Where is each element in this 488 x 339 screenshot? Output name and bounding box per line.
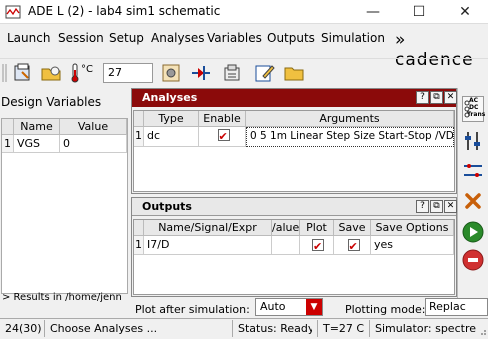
analysis-arguments-cell[interactable]: 0 5 1m Linear Step Size Start-Stop /VDS xyxy=(246,127,454,147)
stop-simulation-icon[interactable] xyxy=(462,249,484,271)
menu-analyses[interactable]: Analyses xyxy=(151,31,205,45)
delete-icon[interactable] xyxy=(464,192,482,210)
resize-grip-icon[interactable] xyxy=(478,327,487,336)
menu-variables[interactable]: Variables xyxy=(207,31,262,45)
tune-parameters-icon[interactable] xyxy=(462,130,484,152)
design-variables-table[interactable]: Name Value 1 VGS 0 xyxy=(1,118,128,294)
design-variables-title: Design Variables xyxy=(1,95,102,109)
output-name-cell[interactable]: I7/D xyxy=(144,236,272,255)
output-value-cell[interactable] xyxy=(272,236,300,255)
outputs-help-button[interactable]: ? xyxy=(416,200,429,213)
column-header-arguments[interactable]: Arguments xyxy=(246,111,454,127)
outputs-table[interactable]: Name/Signal/Expr /alue Plot Save Save Op… xyxy=(133,219,455,295)
load-state-icon[interactable] xyxy=(12,62,34,84)
plotting-mode-select[interactable]: Replac xyxy=(425,298,488,316)
analyses-table[interactable]: Type Enable Arguments 1 dc 0 5 1m Linear… xyxy=(133,110,455,192)
temp-unit-label: °C xyxy=(81,64,93,75)
row-index-header xyxy=(134,220,144,236)
column-header-name[interactable]: Name xyxy=(14,119,60,135)
column-header-plot[interactable]: Plot xyxy=(300,220,334,236)
column-header-enable[interactable]: Enable xyxy=(199,111,246,127)
outputs-panel: Outputs ? ⧉ ✕ Name/Signal/Expr /alue Plo… xyxy=(131,197,457,297)
analyses-help-button[interactable]: ? xyxy=(416,91,429,104)
open-folder-icon[interactable] xyxy=(40,62,62,84)
status-state: Status: Ready xyxy=(232,320,312,337)
status-temperature: T=27 C xyxy=(317,320,367,337)
column-header-value[interactable]: Value xyxy=(60,119,127,135)
chevron-down-icon[interactable]: ▼ xyxy=(306,299,322,315)
minimize-button[interactable]: — xyxy=(350,0,396,24)
window-title: ADE L (2) - lab4 sim1 schematic xyxy=(28,4,221,18)
temperature-input[interactable]: 27 xyxy=(103,63,153,83)
menu-simulation[interactable]: Simulation xyxy=(321,31,385,45)
app-icon xyxy=(5,5,21,19)
plot-after-simulation-label: Plot after simulation: xyxy=(135,303,250,316)
column-header-name-signal-expr[interactable]: Name/Signal/Expr xyxy=(144,220,272,236)
select-on-schematic-icon[interactable] xyxy=(190,62,212,84)
setup-environment-icon[interactable] xyxy=(160,62,182,84)
save-checkbox[interactable] xyxy=(347,238,360,255)
edit-icon[interactable] xyxy=(253,62,275,84)
direct-plot-icon[interactable] xyxy=(462,160,484,182)
status-simulator: Simulator: spectre xyxy=(369,320,481,337)
menu-setup[interactable]: Setup xyxy=(109,31,144,45)
row-index-header xyxy=(2,119,14,135)
row-index-header xyxy=(134,111,144,127)
results-directory-text: > Results in /home/jenn xyxy=(2,292,122,303)
trans-label: Trans xyxy=(467,111,486,118)
output-save-options-cell[interactable]: yes xyxy=(371,236,454,255)
menu-launch[interactable]: Launch xyxy=(7,31,50,45)
column-header-value[interactable]: /alue xyxy=(272,220,300,236)
status-prompt: Choose Analyses ... xyxy=(44,320,230,337)
variable-value-cell[interactable]: 0 xyxy=(60,135,127,153)
row-index: 1 xyxy=(134,236,144,255)
netlist-icon[interactable] xyxy=(221,62,243,84)
outputs-panel-title: Outputs xyxy=(132,198,456,216)
output-plot-cell[interactable] xyxy=(300,236,334,255)
toolbar-grip-icon xyxy=(2,64,7,82)
menu-session[interactable]: Session xyxy=(58,31,104,45)
column-header-save[interactable]: Save xyxy=(334,220,371,236)
analysis-type-cell[interactable]: dc xyxy=(144,127,199,147)
row-index: 1 xyxy=(2,135,14,153)
column-header-type[interactable]: Type xyxy=(144,111,199,127)
row-index: 1 xyxy=(134,127,144,147)
status-counter: 24(30) xyxy=(5,322,42,335)
plot-checkbox[interactable] xyxy=(312,238,324,255)
results-folder-icon[interactable] xyxy=(283,62,305,84)
analyses-close-button[interactable]: ✕ xyxy=(444,91,457,104)
enable-checkbox[interactable] xyxy=(217,128,230,145)
thermometer-icon xyxy=(71,63,79,83)
variable-name-cell[interactable]: VGS xyxy=(14,135,60,153)
close-button[interactable]: ✕ xyxy=(442,0,488,24)
menu-outputs[interactable]: Outputs xyxy=(267,31,315,45)
plotting-mode-label: Plotting mode: xyxy=(345,303,426,316)
outputs-close-button[interactable]: ✕ xyxy=(444,200,457,213)
outputs-float-button[interactable]: ⧉ xyxy=(430,200,443,213)
run-simulation-icon[interactable] xyxy=(462,221,484,243)
analyses-panel-title: Analyses xyxy=(132,89,456,107)
analyses-float-button[interactable]: ⧉ xyxy=(430,91,443,104)
output-save-cell[interactable] xyxy=(334,236,371,255)
column-header-save-options[interactable]: Save Options xyxy=(371,220,454,236)
analysis-enable-cell[interactable] xyxy=(199,127,246,147)
maximize-button[interactable]: ☐ xyxy=(396,0,442,24)
analyses-panel: Analyses ? ⧉ ✕ Type Enable Arguments 1 d… xyxy=(131,88,457,194)
